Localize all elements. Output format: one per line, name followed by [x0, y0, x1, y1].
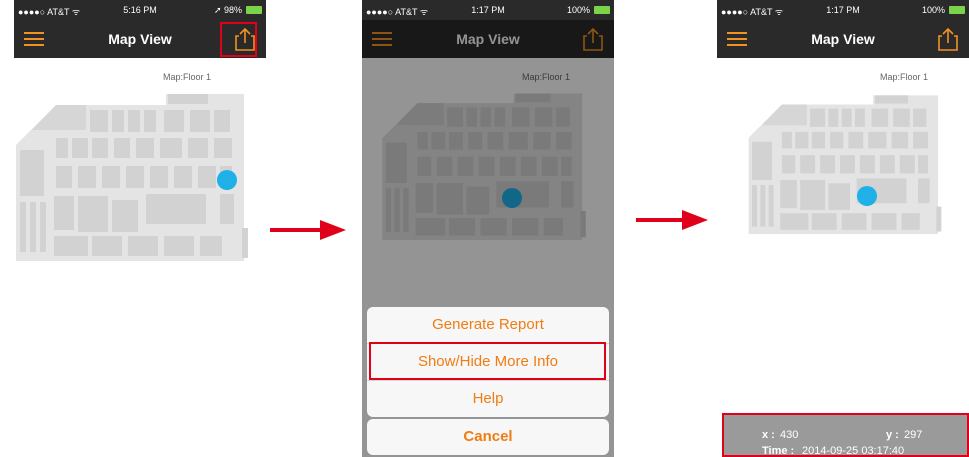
- floor-map[interactable]: [735, 92, 955, 234]
- floor-label: Map:Floor 1: [163, 72, 212, 82]
- battery-icon: [594, 6, 610, 14]
- location-dot-icon: [217, 170, 237, 190]
- right-arrow-icon-head: [682, 210, 708, 230]
- share-icon[interactable]: [935, 26, 961, 52]
- screen-1: ●●●●○ AT&T ᯤ 5:16 PM ➚ 98% Map View Map:…: [14, 0, 266, 457]
- screen-2: ●●●●○ AT&T ᯤ 1:17 PM 100% Map View Map:F…: [362, 0, 614, 457]
- generate-report-button[interactable]: Generate Report: [367, 307, 609, 344]
- location-dot-icon: [857, 186, 877, 206]
- nav-bar: Map View: [717, 20, 969, 58]
- show-hide-highlight: [369, 342, 606, 380]
- help-button[interactable]: Help: [367, 381, 609, 417]
- battery-icon: [949, 6, 965, 14]
- cancel-button[interactable]: Cancel: [367, 419, 609, 455]
- battery-label: ➚ 98%: [213, 5, 242, 15]
- status-bar: ●●●●○ AT&T ᯤ 5:16 PM ➚ 98%: [14, 0, 266, 20]
- right-arrow-icon-head: [320, 220, 346, 240]
- share-button-highlight: [220, 22, 257, 57]
- battery-icon: [246, 6, 262, 14]
- floor-map[interactable]: [16, 90, 248, 261]
- battery-label: 100%: [921, 5, 945, 15]
- info-panel-highlight: [722, 413, 969, 457]
- floor-label: Map:Floor 1: [880, 72, 929, 82]
- page-title: Map View: [811, 31, 875, 47]
- status-bar: ●●●●○ AT&T ᯤ 1:17 PM 100%: [362, 0, 614, 20]
- right-arrow-icon: [636, 218, 686, 222]
- screen-3: ●●●●○ AT&T ᯤ 1:17 PM 100% Map View Map:F…: [717, 0, 969, 457]
- right-arrow-icon: [270, 228, 324, 232]
- battery-label: 100%: [566, 5, 590, 15]
- status-bar: ●●●●○ AT&T ᯤ 1:17 PM 100%: [717, 0, 969, 20]
